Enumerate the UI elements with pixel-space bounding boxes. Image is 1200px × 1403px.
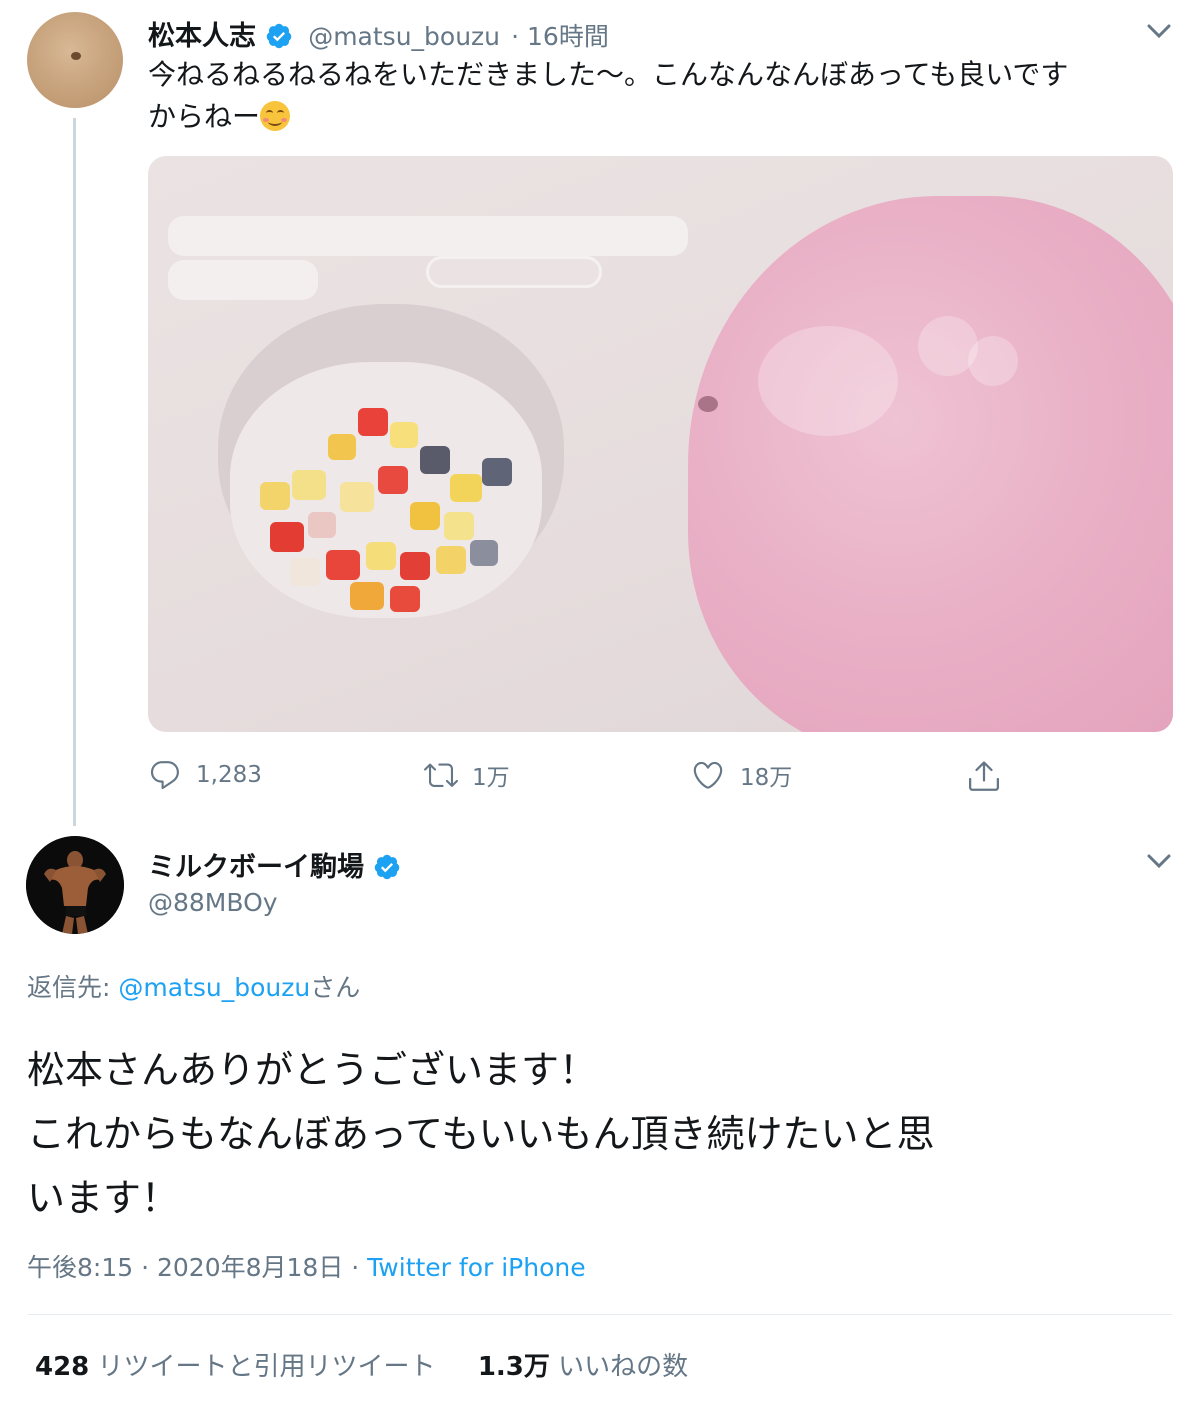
reply-to-mention-link[interactable]: @matsu_bouzu	[118, 973, 310, 1002]
like-icon	[693, 761, 723, 789]
avatar-matsu-bouzu[interactable]	[27, 12, 123, 108]
reply-count: 1,283	[196, 762, 262, 788]
tweet2-timestamp[interactable]: 午後8:15 · 2020年8月18日 ·	[27, 1253, 359, 1282]
reply-action[interactable]: 1,283	[148, 758, 262, 792]
reply-to-label: 返信先:	[27, 973, 111, 1002]
tweet2-display-name[interactable]: ミルクボーイ駒場	[148, 852, 364, 883]
tweet2-header: ミルクボーイ駒場	[148, 845, 401, 884]
tweet1-chevron-down-icon[interactable]	[1146, 20, 1172, 42]
tweet2-chevron-down-icon[interactable]	[1146, 850, 1172, 872]
retweet-stat-count: 428	[35, 1352, 90, 1382]
tweet2-source-link[interactable]: Twitter for iPhone	[367, 1253, 585, 1282]
tweet2-handle[interactable]: @88MBOy	[148, 888, 278, 917]
tweet1-text: 今ねるねるねるねをいただきました〜。こんなんなんぼあっても良いです からねー	[148, 54, 1168, 138]
retweet-stat-label: リツイートと引用リツイート	[97, 1352, 436, 1382]
divider	[28, 1314, 1172, 1315]
verified-badge-icon	[266, 23, 292, 49]
like-stat-label: いいねの数	[558, 1352, 689, 1382]
verified-badge-icon	[374, 854, 400, 880]
avatar-88mboy[interactable]	[26, 836, 124, 934]
tweet1-photo[interactable]	[148, 156, 1173, 732]
tweet2-meta: 午後8:15 · 2020年8月18日 · Twitter for iPhone	[27, 1248, 586, 1284]
retweet-action[interactable]: 1万	[424, 758, 510, 792]
like-count: 18万	[740, 765, 793, 791]
tweet1-text-line2: からねー	[148, 100, 261, 133]
tweet1-header: 松本人志 @matsu_bouzu · 16時間	[148, 14, 609, 53]
tweet2-text-line3: います！	[27, 1176, 180, 1220]
reply-icon	[150, 761, 179, 790]
tweet1-handle[interactable]: @matsu_bouzu	[308, 22, 500, 51]
tweet2-text-line2: これからもなんぼあってもいいもん頂き続けたいと思	[27, 1112, 935, 1156]
tweet1-display-name[interactable]: 松本人志	[148, 21, 256, 52]
tweet2-stats: 428 リツイートと引用リツイート 1.3万 いいねの数	[35, 1346, 688, 1383]
reply-to-suffix: さん	[310, 973, 361, 1002]
tweet1-time[interactable]: · 16時間	[511, 22, 609, 51]
tweet2-text-line1: 松本さんありがとうございます！	[27, 1048, 598, 1092]
thread-connector-line	[73, 118, 76, 826]
retweet-stat[interactable]: 428 リツイートと引用リツイート	[35, 1352, 444, 1382]
reply-context: 返信先: @matsu_bouzuさん	[27, 968, 360, 1004]
like-stat-count: 1.3万	[477, 1352, 550, 1382]
share-icon[interactable]	[966, 758, 1002, 794]
smiling-face-emoji	[260, 101, 291, 131]
retweet-icon	[424, 763, 458, 787]
like-action[interactable]: 18万	[690, 758, 792, 792]
tweet2-text: 松本さんありがとうございます！ これからもなんぼあってもいいもん頂き続けたいと思…	[27, 1038, 1177, 1230]
tweet1-text-line1: 今ねるねるねるねをいただきました〜。こんなんなんぼあっても良いです	[148, 58, 1069, 91]
like-stat[interactable]: 1.3万 いいねの数	[478, 1352, 688, 1382]
retweet-count: 1万	[472, 765, 510, 791]
